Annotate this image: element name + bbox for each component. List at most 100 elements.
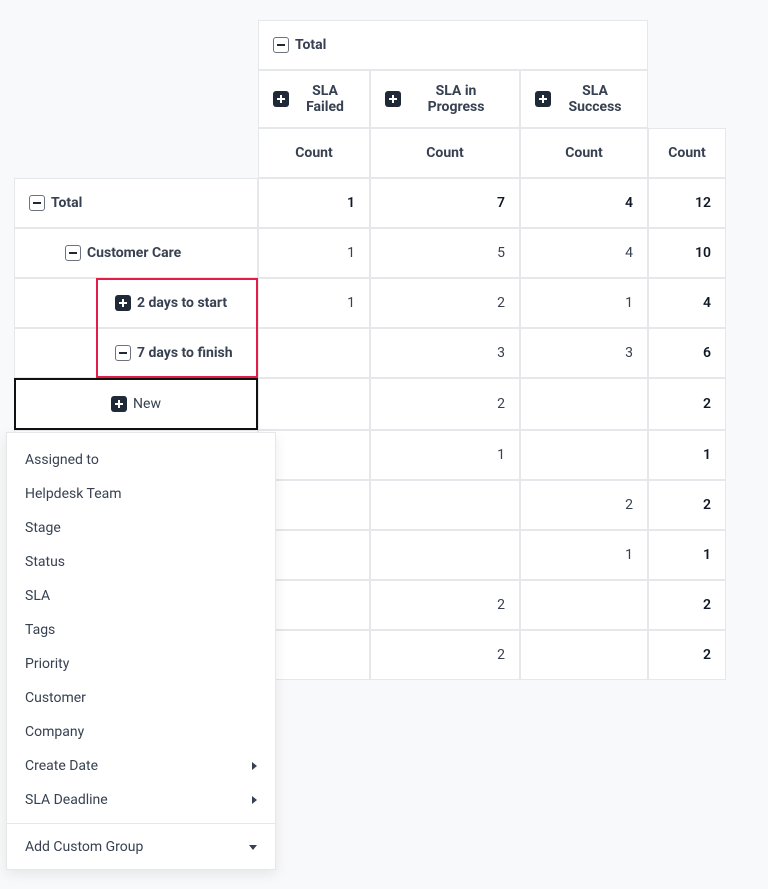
data-cell[interactable]: 1 (258, 178, 370, 228)
data-cell[interactable]: 1 (648, 430, 726, 480)
dropdown-item-label: Helpdesk Team (25, 486, 122, 502)
measure-header[interactable]: Count (520, 128, 648, 178)
data-cell[interactable]: 2 (648, 580, 726, 630)
col-header-sla-success[interactable]: SLA Success (520, 70, 648, 128)
collapse-icon (29, 195, 45, 211)
table-row: 7 days to finish336 (14, 328, 726, 378)
data-cell[interactable]: 2 (648, 378, 726, 430)
pivot-wrap: Total SLA Failed SLA in Progress (14, 20, 726, 680)
row-label-text: Total (51, 195, 82, 211)
collapse-icon (115, 345, 131, 361)
header-row-3: Count Count Count Count (14, 128, 726, 178)
data-cell[interactable]: 1 (648, 530, 726, 580)
collapse-icon (273, 37, 289, 53)
data-cell[interactable]: 3 (520, 328, 648, 378)
col-header-sla-in-progress[interactable]: SLA in Progress (370, 70, 520, 128)
dropdown-item-label: SLA Deadline (25, 792, 108, 808)
data-cell[interactable]: 2 (370, 630, 520, 680)
col-label: SLA Failed (295, 83, 355, 115)
dropdown-item[interactable]: Stage (7, 511, 275, 545)
row-header[interactable]: Total (14, 178, 258, 228)
dropdown-separator (7, 823, 275, 824)
data-cell[interactable]: 2 (520, 480, 648, 530)
data-cell[interactable]: 5 (370, 228, 520, 278)
data-cell[interactable] (258, 328, 370, 378)
col-header-total-label: Total (295, 37, 326, 53)
data-cell[interactable]: 12 (648, 178, 726, 228)
dropdown-item[interactable]: Status (7, 545, 275, 579)
data-cell[interactable]: 2 (370, 580, 520, 630)
row-header[interactable]: New (14, 378, 258, 430)
dropdown-item-label: Customer (25, 690, 86, 706)
data-cell[interactable]: 1 (258, 228, 370, 278)
row-label-text: Customer Care (87, 245, 181, 261)
dropdown-item[interactable]: SLA Deadline (7, 783, 275, 817)
expand-icon (535, 91, 551, 107)
col-header-total[interactable]: Total (258, 20, 648, 70)
data-cell[interactable]: 1 (258, 278, 370, 328)
data-cell[interactable] (520, 580, 648, 630)
header-row-1: Total (14, 20, 726, 70)
expand-icon (115, 295, 131, 311)
data-cell[interactable]: 1 (520, 278, 648, 328)
data-cell[interactable] (258, 378, 370, 430)
measure-header[interactable]: Count (370, 128, 520, 178)
data-cell[interactable] (520, 378, 648, 430)
dropdown-item-label: Tags (25, 622, 55, 638)
data-cell[interactable]: 2 (370, 378, 520, 430)
data-cell[interactable]: 4 (520, 228, 648, 278)
expand-icon (385, 91, 401, 107)
data-cell[interactable] (520, 430, 648, 480)
dropdown-item-label: Stage (25, 520, 61, 536)
table-row: 2 days to start1214 (14, 278, 726, 328)
data-cell[interactable] (370, 480, 520, 530)
data-cell[interactable]: 2 (648, 480, 726, 530)
table-row: Customer Care 15410 (14, 228, 726, 278)
data-cell[interactable]: 1 (520, 530, 648, 580)
data-cell[interactable]: 6 (648, 328, 726, 378)
data-cell[interactable]: 4 (648, 278, 726, 328)
dropdown-item-label: SLA (25, 588, 50, 604)
col-header-sla-failed[interactable]: SLA Failed (258, 70, 370, 128)
dropdown-item-label: Company (25, 724, 84, 740)
data-cell[interactable]: 4 (520, 178, 648, 228)
row-header[interactable]: 7 days to finish (14, 328, 258, 378)
dropdown-item-label: Assigned to (25, 452, 99, 468)
row-header[interactable]: 2 days to start (14, 278, 258, 328)
expand-icon (273, 91, 289, 107)
dropdown-item[interactable]: Priority (7, 647, 275, 681)
dropdown-item[interactable]: Create Date (7, 749, 275, 783)
row-label-text: 2 days to start (137, 295, 227, 311)
data-cell[interactable]: 2 (370, 278, 520, 328)
table-row: Total 17412 (14, 178, 726, 228)
table-row: New 2 2 (14, 378, 726, 430)
data-cell[interactable]: 2 (648, 630, 726, 680)
dropdown-item[interactable]: Company (7, 715, 275, 749)
dropdown-item[interactable]: Assigned to (7, 443, 275, 477)
data-cell[interactable] (370, 530, 520, 580)
dropdown-item[interactable]: SLA (7, 579, 275, 613)
expand-icon (111, 396, 127, 412)
collapse-icon (65, 245, 81, 261)
groupby-dropdown: Assigned to Helpdesk Team Stage Status SLA Ta… (6, 432, 276, 870)
measure-header[interactable]: Count (648, 128, 726, 178)
data-cell[interactable] (520, 630, 648, 680)
data-cell[interactable]: 1 (370, 430, 520, 480)
dropdown-item-label: Create Date (25, 758, 98, 774)
row-label-text: New (133, 396, 161, 412)
measure-header[interactable]: Count (258, 128, 370, 178)
data-cell[interactable]: 10 (648, 228, 726, 278)
col-label: SLA in Progress (407, 83, 505, 115)
dropdown-item[interactable]: Helpdesk Team (7, 477, 275, 511)
col-label: SLA Success (557, 83, 633, 115)
data-cell[interactable]: 7 (370, 178, 520, 228)
data-cell[interactable]: 3 (370, 328, 520, 378)
dropdown-item-label: Priority (25, 656, 69, 672)
row-header[interactable]: Customer Care (14, 228, 258, 278)
dropdown-item[interactable]: Customer (7, 681, 275, 715)
dropdown-item[interactable]: Tags (7, 613, 275, 647)
header-row-2: SLA Failed SLA in Progress SLA Success (14, 70, 726, 128)
row-label-text: 7 days to finish (137, 345, 233, 361)
dropdown-footer-label: Add Custom Group (25, 839, 143, 855)
dropdown-add-custom-group[interactable]: Add Custom Group (7, 830, 275, 869)
